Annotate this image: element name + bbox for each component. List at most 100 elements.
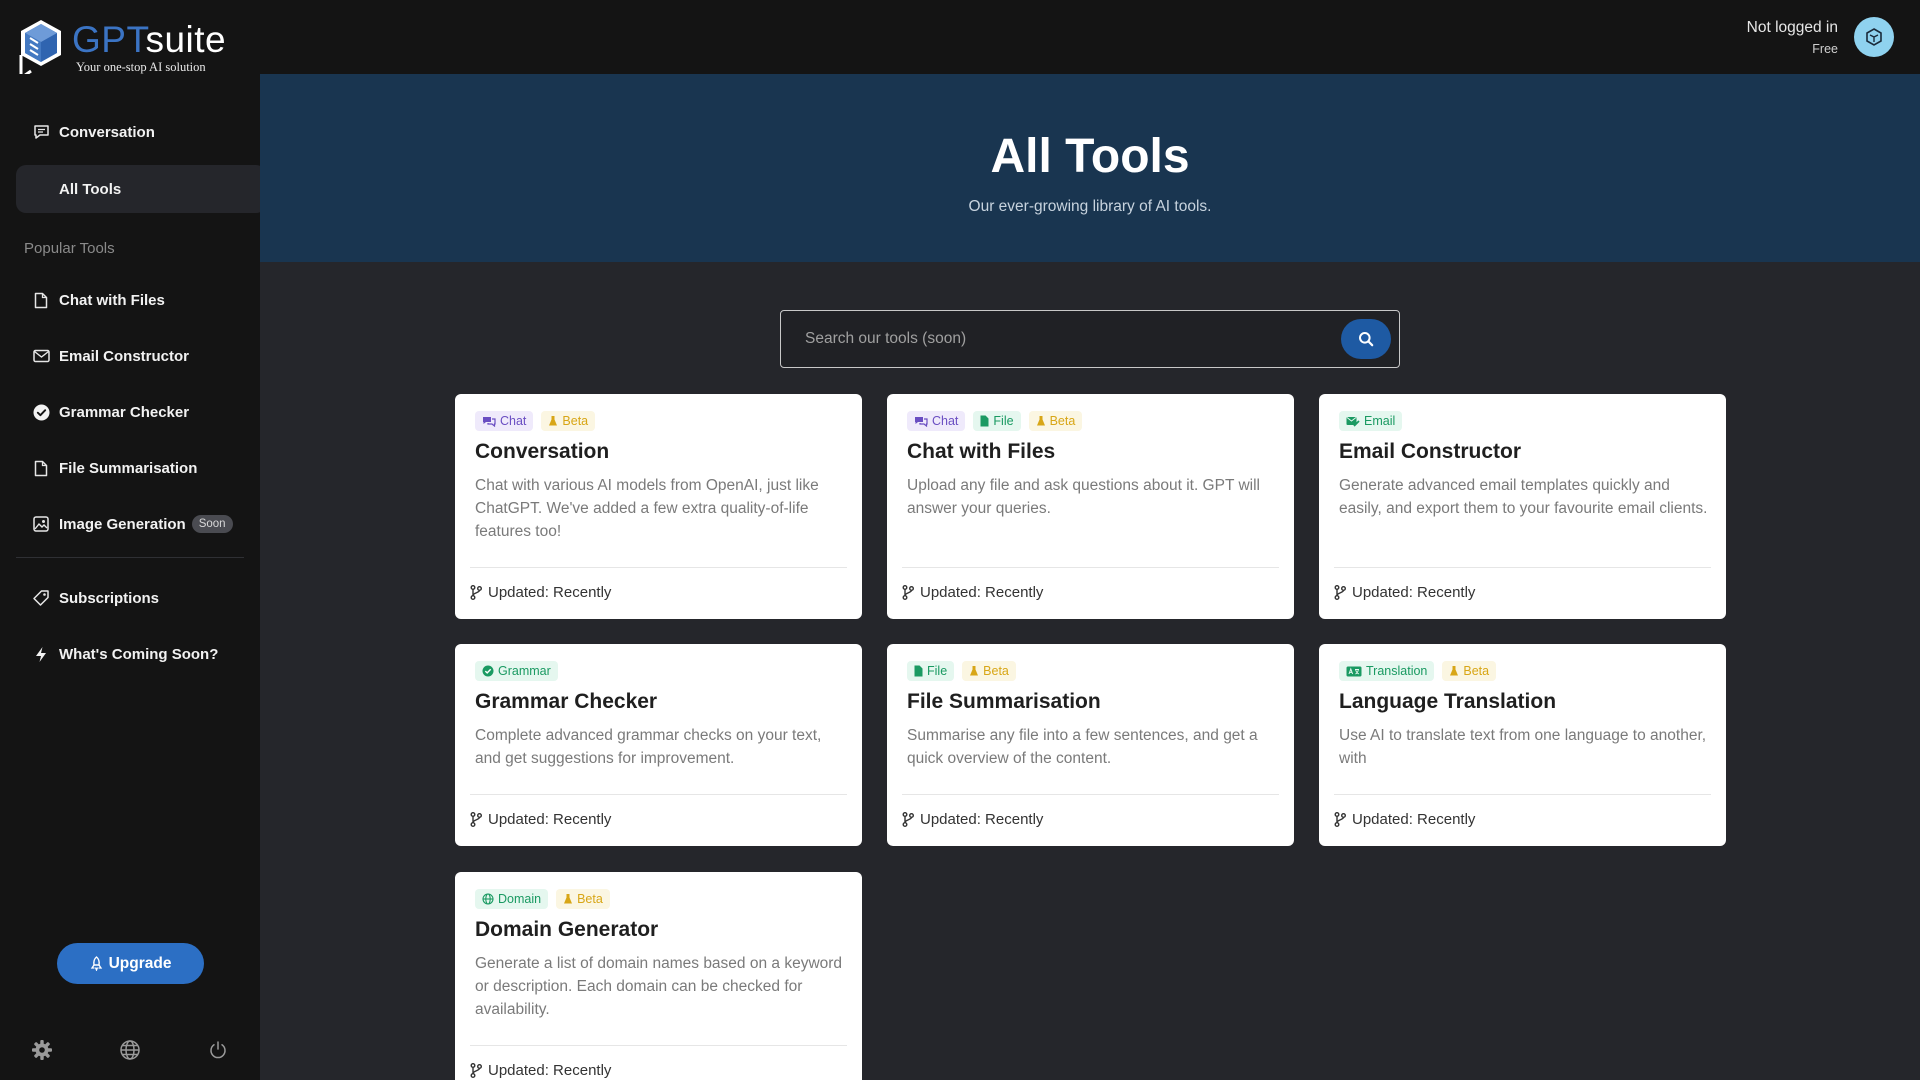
- card-divider: [1334, 567, 1711, 568]
- sidebar-item-image-generation[interactable]: Image Generation Soon: [16, 500, 266, 548]
- brand-logo[interactable]: GPTsuite Your one-stop AI solution: [18, 18, 226, 80]
- search-button[interactable]: [1341, 319, 1391, 359]
- top-bar: GPTsuite Your one-stop AI solution Not l…: [0, 0, 1920, 80]
- git-branch-icon: [1334, 585, 1346, 600]
- chat-icon: [482, 416, 496, 427]
- git-branch-icon: [470, 1063, 482, 1078]
- gear-icon[interactable]: [29, 1037, 55, 1063]
- cube-logo-icon: [19, 20, 61, 80]
- globe-icon[interactable]: [117, 1037, 143, 1063]
- sidebar-item-all-tools[interactable]: All Tools: [16, 165, 266, 213]
- card-description: Summarise any file into a few sentences,…: [907, 727, 1258, 767]
- search-input[interactable]: [781, 311, 1341, 367]
- tag-chat: Chat: [475, 411, 534, 431]
- tag-domain: Domain: [475, 889, 549, 909]
- avatar[interactable]: [1854, 17, 1894, 57]
- sidebar-item-label: Subscriptions: [59, 589, 160, 607]
- tag-beta: Beta: [1442, 661, 1497, 681]
- sidebar-item-label: Grammar Checker: [59, 403, 190, 421]
- tool-card-conversation[interactable]: Chat Beta Conversation Chat with various…: [455, 394, 862, 619]
- tag-beta: Beta: [962, 661, 1016, 681]
- file-icon: [32, 459, 50, 477]
- card-tags: Chat Beta: [475, 411, 603, 431]
- tag-beta: Beta: [541, 411, 596, 431]
- card-divider: [470, 567, 847, 568]
- rocket-icon: [90, 956, 103, 971]
- flask-icon: [563, 893, 573, 905]
- flask-icon: [548, 415, 558, 427]
- card-footer: Updated: Recently: [1334, 584, 1475, 601]
- chat-bubble-icon: [32, 123, 50, 141]
- image-icon: [32, 515, 50, 533]
- flask-icon: [1036, 415, 1046, 427]
- sidebar-item-email-constructor[interactable]: Email Constructor: [16, 332, 266, 380]
- language-icon: [1346, 666, 1362, 677]
- sidebar-item-file-summarisation[interactable]: File Summarisation: [16, 444, 266, 492]
- card-footer: Updated: Recently: [470, 811, 611, 828]
- globe-icon: [482, 893, 494, 905]
- sidebar-item-label: Image Generation: [59, 515, 186, 533]
- tool-card-chat-with-files[interactable]: Chat File Beta Chat with Files Upload an…: [887, 394, 1294, 619]
- flask-icon: [969, 665, 979, 677]
- sidebar-item-label: Conversation: [59, 123, 155, 141]
- card-divider: [902, 567, 1279, 568]
- sidebar-item-grammar-checker[interactable]: Grammar Checker: [16, 388, 266, 436]
- card-description: Generate advanced email templates quickl…: [1339, 477, 1708, 517]
- card-tags: File Beta: [907, 661, 1024, 681]
- hero-banner: All Tools Our ever-growing library of AI…: [260, 74, 1920, 262]
- check-circle-icon: [32, 403, 50, 421]
- sidebar: Conversation All Tools Popular Tools Cha…: [0, 74, 266, 1080]
- sidebar-item-label: All Tools: [59, 180, 122, 198]
- tool-card-file-summarisation[interactable]: File Beta File Summarisation Summarise a…: [887, 644, 1294, 846]
- user-area[interactable]: Not logged in Free: [1747, 17, 1894, 57]
- user-logo-icon: [1866, 28, 1882, 46]
- soon-badge: Soon: [191, 515, 233, 533]
- power-icon[interactable]: [205, 1037, 231, 1063]
- card-tags: Domain Beta: [475, 889, 618, 909]
- tag-beta: Beta: [1028, 411, 1083, 431]
- card-title: File Summarisation: [907, 690, 1101, 713]
- tag-icon: [32, 589, 50, 607]
- sidebar-item-label: File Summarisation: [59, 459, 198, 477]
- git-branch-icon: [470, 812, 482, 827]
- tag-file: File: [973, 411, 1021, 431]
- tag-beta: Beta: [556, 889, 610, 909]
- sidebar-item-chat-with-files[interactable]: Chat with Files: [16, 276, 266, 324]
- card-footer: Updated: Recently: [470, 584, 611, 601]
- card-description: Chat with various AI models from OpenAI,…: [475, 477, 819, 540]
- card-footer: Updated: Recently: [1334, 811, 1475, 828]
- mail-edit-icon: [1346, 416, 1360, 427]
- tag-file: File: [907, 661, 955, 681]
- chat-icon: [914, 416, 928, 427]
- sidebar-item-whats-coming-soon[interactable]: What's Coming Soon?: [16, 630, 266, 678]
- sidebar-item-conversation[interactable]: Conversation: [16, 108, 266, 156]
- card-description: Complete advanced grammar checks on your…: [475, 727, 822, 767]
- mail-icon: [32, 347, 50, 365]
- search-bar: [780, 310, 1400, 368]
- upgrade-label: Upgrade: [108, 954, 172, 972]
- git-branch-icon: [470, 585, 482, 600]
- tag-email: Email: [1339, 411, 1403, 431]
- card-description: Use AI to translate text from one langua…: [1339, 727, 1707, 767]
- card-footer: Updated: Recently: [902, 811, 1043, 828]
- card-divider: [902, 794, 1279, 795]
- tag-chat: Chat: [907, 411, 966, 431]
- sidebar-item-subscriptions[interactable]: Subscriptions: [16, 574, 266, 622]
- card-title: Conversation: [475, 440, 610, 463]
- tool-card-language-translation[interactable]: Translation Beta Language Translation Us…: [1319, 644, 1726, 846]
- file-icon: [32, 291, 50, 309]
- card-title: Chat with Files: [907, 440, 1056, 463]
- check-circle-icon: [482, 665, 494, 677]
- card-tags: Email: [1339, 411, 1410, 431]
- section-label-popular-tools: Popular Tools: [24, 240, 115, 257]
- upgrade-button[interactable]: Upgrade: [57, 943, 204, 984]
- sidebar-item-label: What's Coming Soon?: [59, 645, 219, 663]
- tool-card-domain-generator[interactable]: Domain Beta Domain Generator Generate a …: [455, 872, 862, 1080]
- login-status: Not logged in: [1746, 18, 1838, 36]
- tool-card-email-constructor[interactable]: Email Email Constructor Generate advance…: [1319, 394, 1726, 619]
- card-divider: [1334, 794, 1711, 795]
- card-tags: Translation Beta: [1339, 661, 1504, 681]
- card-title: Language Translation: [1339, 690, 1557, 713]
- git-branch-icon: [1334, 812, 1346, 827]
- tool-card-grammar-checker[interactable]: Grammar Grammar Checker Complete advance…: [455, 644, 862, 846]
